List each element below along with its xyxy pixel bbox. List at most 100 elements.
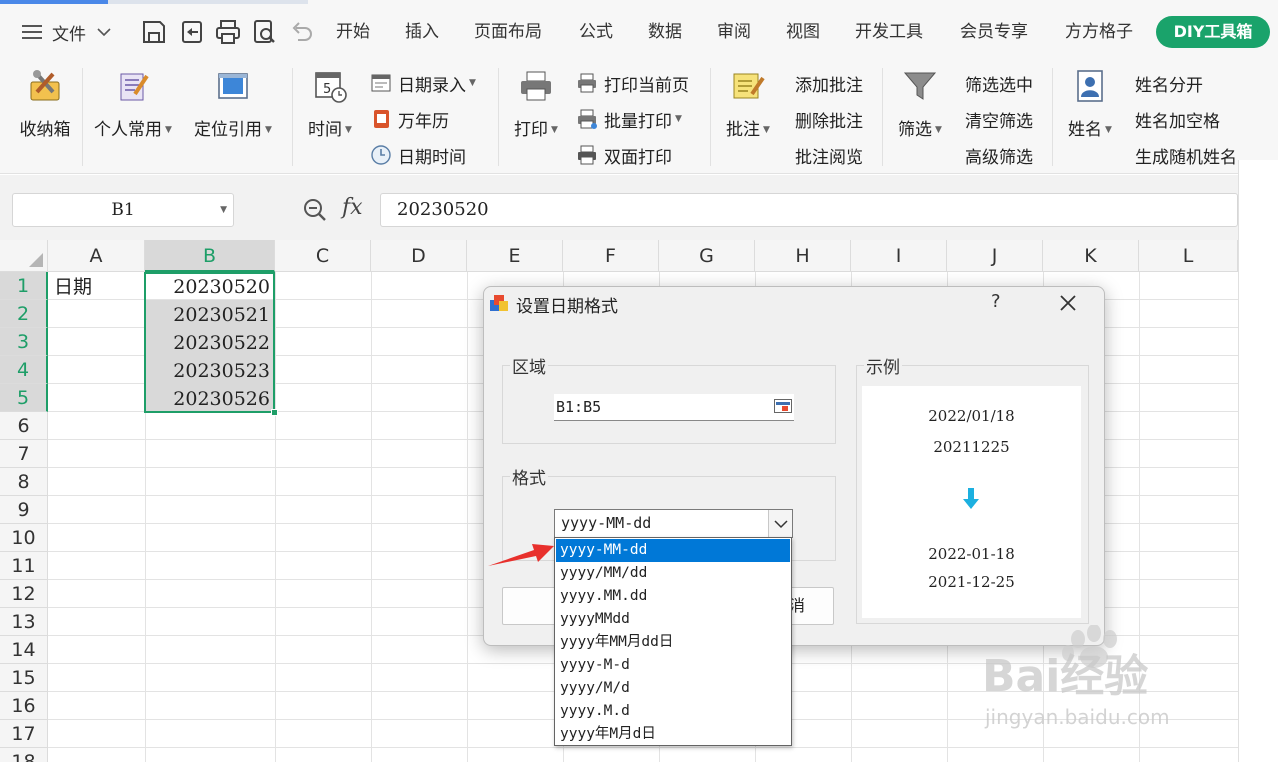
- row-header-13[interactable]: 13: [0, 608, 48, 636]
- time-button[interactable]: 5 时间 ▼: [302, 68, 358, 140]
- name-button[interactable]: 姓名 ▼: [1062, 68, 1118, 140]
- close-icon[interactable]: [1056, 291, 1080, 315]
- column-header-k[interactable]: K: [1043, 240, 1139, 272]
- tab-diy-toolbox[interactable]: DIY工具箱: [1156, 16, 1270, 48]
- tab-member[interactable]: 会员专享: [960, 18, 1028, 46]
- format-select-arrow[interactable]: [768, 510, 792, 537]
- column-header-d[interactable]: D: [371, 240, 467, 272]
- clear-filter-button[interactable]: 清空筛选: [965, 106, 1033, 132]
- row-header-5[interactable]: 5: [0, 384, 48, 412]
- region-label: 区域: [510, 353, 548, 378]
- format-option[interactable]: yyyy.M.d: [556, 700, 790, 723]
- row-header-6[interactable]: 6: [0, 412, 48, 440]
- tab-insert[interactable]: 插入: [405, 18, 439, 46]
- print-preview-icon[interactable]: [251, 18, 279, 46]
- range-picker-icon[interactable]: [774, 399, 792, 413]
- format-option[interactable]: yyyy-MM-dd: [556, 539, 790, 562]
- example-before-1: 2022/01/18: [928, 407, 1015, 425]
- comment-button[interactable]: 批注 ▼: [720, 68, 776, 140]
- filter-button[interactable]: 筛选 ▼: [892, 68, 948, 140]
- help-button[interactable]: ?: [991, 291, 1001, 312]
- name-box-dropdown-icon[interactable]: ▼: [220, 194, 227, 226]
- random-name-button[interactable]: 生成随机姓名: [1135, 142, 1237, 168]
- export-icon[interactable]: [178, 18, 206, 46]
- row-header-18[interactable]: 18: [0, 748, 48, 762]
- tab-home[interactable]: 开始: [336, 18, 370, 46]
- column-header-a[interactable]: A: [48, 240, 145, 272]
- format-select[interactable]: yyyy-MM-dd: [554, 509, 793, 538]
- row-header-10[interactable]: 10: [0, 524, 48, 552]
- formula-input[interactable]: 20230520: [380, 193, 1238, 227]
- add-comment-button[interactable]: 添加批注: [795, 70, 863, 96]
- delete-comment-button[interactable]: 删除批注: [795, 106, 863, 132]
- date-entry-button[interactable]: 日期录入 ▼: [370, 70, 476, 96]
- row-header-3[interactable]: 3: [0, 328, 48, 356]
- file-menu-button[interactable]: 文件: [22, 14, 112, 50]
- column-header-i[interactable]: I: [851, 240, 947, 272]
- calendar-button[interactable]: 万年历: [370, 106, 449, 132]
- tab-developer[interactable]: 开发工具: [855, 18, 923, 46]
- row-header-16[interactable]: 16: [0, 692, 48, 720]
- locate-reference-button[interactable]: 定位引用 ▼: [188, 68, 278, 140]
- undo-icon[interactable]: [288, 18, 316, 46]
- print-page-icon: [578, 73, 596, 93]
- store-box-button[interactable]: 收纳箱: [16, 68, 74, 140]
- tab-page-layout[interactable]: 页面布局: [474, 18, 542, 46]
- save-icon[interactable]: [140, 18, 168, 46]
- format-option[interactable]: yyyy.MM.dd: [556, 585, 790, 608]
- row-header-8[interactable]: 8: [0, 468, 48, 496]
- personal-common-button[interactable]: 个人常用 ▼: [90, 68, 176, 140]
- column-header-g[interactable]: G: [659, 240, 755, 272]
- column-header-c[interactable]: C: [275, 240, 371, 272]
- format-option[interactable]: yyyy/M/d: [556, 677, 790, 700]
- format-option[interactable]: yyyy年M月d日: [556, 723, 790, 746]
- tab-strip-indicator: [108, 0, 308, 4]
- print-icon[interactable]: [214, 18, 242, 46]
- column-header-h[interactable]: H: [755, 240, 851, 272]
- row-header-14[interactable]: 14: [0, 636, 48, 664]
- row-header-1[interactable]: 1: [0, 272, 48, 300]
- print-current-page-button[interactable]: 打印当前页: [576, 70, 689, 96]
- menu-bar: 文件 开始 插入 页面布局 公式 数据 审阅 视图 开发工具 会员专享 方方格子…: [0, 0, 1278, 62]
- column-header-e[interactable]: E: [467, 240, 563, 272]
- filter-selected-button[interactable]: 筛选选中: [965, 70, 1033, 96]
- row-header-4[interactable]: 4: [0, 356, 48, 384]
- row-header-9[interactable]: 9: [0, 496, 48, 524]
- column-header-l[interactable]: L: [1139, 240, 1238, 272]
- column-header-f[interactable]: F: [563, 240, 659, 272]
- row-header-2[interactable]: 2: [0, 300, 48, 328]
- tab-view[interactable]: 视图: [786, 18, 820, 46]
- tab-data[interactable]: 数据: [648, 18, 682, 46]
- format-option[interactable]: yyyy/MM/dd: [556, 562, 790, 585]
- tab-review[interactable]: 审阅: [717, 18, 751, 46]
- region-input[interactable]: B1:B5: [554, 394, 794, 421]
- column-header-b[interactable]: B: [145, 240, 275, 272]
- zoom-search-icon[interactable]: [302, 197, 328, 223]
- format-option[interactable]: yyyyMMdd: [556, 608, 790, 631]
- format-option[interactable]: yyyy-M-d: [556, 654, 790, 677]
- split-name-button[interactable]: 姓名分开: [1135, 70, 1203, 96]
- print-button[interactable]: 打印 ▼: [508, 68, 564, 140]
- chevron-down-icon: [774, 520, 788, 529]
- format-option[interactable]: yyyy年MM月dd日: [556, 631, 790, 654]
- row-header-7[interactable]: 7: [0, 440, 48, 468]
- hamburger-icon: [22, 25, 42, 39]
- row-header-12[interactable]: 12: [0, 580, 48, 608]
- advanced-filter-button[interactable]: 高级筛选: [965, 142, 1033, 168]
- date-time-button[interactable]: 日期时间: [370, 142, 466, 168]
- cell-a1[interactable]: 日期: [54, 273, 92, 301]
- row-header-15[interactable]: 15: [0, 664, 48, 692]
- fx-icon[interactable]: fx: [342, 195, 363, 220]
- tab-fangfang[interactable]: 方方格子: [1065, 18, 1133, 46]
- name-box[interactable]: B1 ▼: [12, 193, 234, 227]
- batch-print-button[interactable]: 批量打印 ▼: [576, 106, 682, 132]
- row-header-17[interactable]: 17: [0, 720, 48, 748]
- read-comment-button[interactable]: 批注阅览: [795, 142, 863, 168]
- tab-formulas[interactable]: 公式: [579, 18, 613, 46]
- select-all-corner[interactable]: [0, 240, 48, 272]
- name-space-button[interactable]: 姓名加空格: [1135, 106, 1220, 132]
- column-header-j[interactable]: J: [947, 240, 1043, 272]
- duplex-print-button[interactable]: 双面打印: [576, 142, 672, 168]
- fill-handle[interactable]: [271, 409, 278, 416]
- row-header-11[interactable]: 11: [0, 552, 48, 580]
